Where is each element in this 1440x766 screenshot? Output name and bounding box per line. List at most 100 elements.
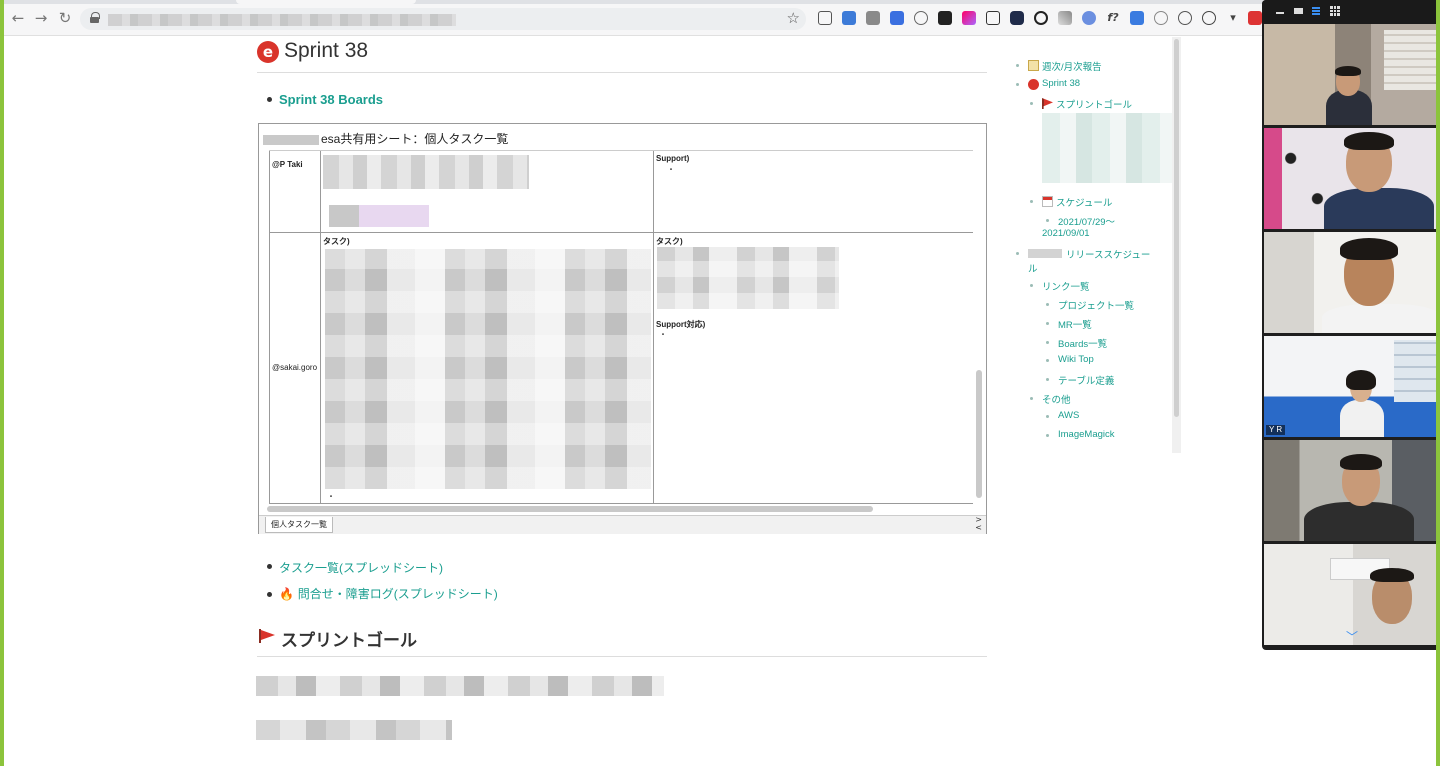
grid-view-icon[interactable] [1330,6,1340,16]
sprint-boards-link[interactable]: Sprint 38 Boards [279,92,383,107]
toc-item[interactable]: 2021/09/01 [1042,228,1090,239]
toc-item[interactable]: ル [1028,261,1038,275]
bookmark-star-icon[interactable]: ☆ [787,9,800,27]
toc-bullet [1046,359,1049,362]
scroll-down-icon[interactable]: ﹀ [1346,631,1358,643]
zoom-gallery-window: Y R ﹀ [1262,0,1436,650]
cell-note: ・ [327,492,335,501]
camera-extension-icon[interactable] [866,11,880,25]
toc-bullet [1030,102,1033,105]
embedded-spreadsheet[interactable]: esa共有用シート：個人タスク一覧 @P Taki Support) ・ @sa… [258,123,987,534]
table-of-contents: 週次/月次報告 Sprint 38 スプリントゴール スケジュール 2021/07/29… [1008,53,1180,453]
toc-item[interactable]: テーブル定義 [1058,373,1114,387]
redacted-content [657,247,839,309]
screenshot-extension-icon[interactable] [986,11,1000,25]
toc-bullet [1030,397,1033,400]
toc-item[interactable]: MR一覧 [1058,317,1092,331]
forward-icon[interactable]: → [33,10,49,26]
participant-video-tile[interactable] [1264,232,1436,333]
adblock-extension-icon[interactable] [842,11,856,25]
reddit-extension-icon[interactable] [1178,11,1192,25]
sheet-title-text: esa共有用シート：個人タスク一覧 [321,132,509,146]
toc-item[interactable]: 週次/月次報告 [1042,59,1102,73]
formula-extension-icon[interactable]: f? [1106,11,1120,25]
toc-item[interactable]: スプリントゴール [1056,97,1132,111]
url-redacted [108,14,456,26]
grid-line [653,151,654,504]
color-extension-icon[interactable] [962,11,976,25]
toc-item[interactable]: リンク一覧 [1042,279,1090,293]
cell-header: タスク) [323,237,350,246]
gear-extension-icon[interactable] [1082,11,1096,25]
pocket-extension-icon[interactable] [818,11,832,25]
toc-bullet [1046,341,1049,344]
grid-line [269,232,973,233]
compass-extension-icon[interactable] [1034,11,1048,25]
toc-item[interactable]: プロジェクト一覧 [1058,298,1134,312]
prev-arrow-icon[interactable]: < [975,524,982,532]
incident-log-label: 問合せ・障害ログ(スプレッドシート) [297,587,498,601]
speaker-view-icon[interactable] [1312,7,1320,15]
reload-icon[interactable]: ↻ [57,10,73,26]
minimize-icon[interactable] [1276,12,1284,14]
esa-logo-icon: e [257,41,279,63]
zoom-window-controls [1262,0,1436,24]
toc-item[interactable]: その他 [1042,392,1071,406]
ghost-extension-icon[interactable] [1154,11,1168,25]
toc-bullet [1046,415,1049,418]
toc-bullet [1046,303,1049,306]
back-icon[interactable]: ← [10,10,26,26]
redacted-content [323,155,529,189]
toc-item[interactable]: 2021/07/29～ [1058,214,1115,228]
toc-scrollbar[interactable] [1172,37,1181,453]
sheet-grid: @P Taki Support) ・ @sakai.goro タスク) ・ タス… [269,150,973,504]
list-bullet [267,592,272,597]
toc-bullet [1046,219,1049,222]
participant-video-tile[interactable] [1264,128,1436,229]
participant-video-tile[interactable] [1264,24,1436,125]
horizontal-scrollbar[interactable] [267,506,873,512]
flag-icon [1042,98,1053,109]
section-heading-text: スプリントゴール [281,631,417,650]
cell-note: ・ [667,165,675,174]
incident-log-link[interactable]: 🔥 問合せ・障害ログ(スプレッドシート) [279,585,498,602]
page-content: e Sprint 38 Sprint 38 Boards esa共有用シート：個… [4,37,1436,766]
shield-extension-icon[interactable] [1010,11,1024,25]
eyedropper-extension-icon[interactable] [1058,11,1072,25]
redacted-content [325,249,651,489]
redacted-content [256,720,452,740]
toc-item[interactable]: スケジュール [1056,195,1112,209]
list-bullet [267,564,272,569]
toc-item[interactable]: Boards一覧 [1058,336,1107,350]
task-list-link[interactable]: タスク一覧(スプレッドシート) [279,559,443,576]
redacted-content [256,676,664,696]
fire-icon: 🔥 [279,587,294,601]
notification-extension-icon[interactable] [1248,11,1262,25]
translate-box-extension-icon[interactable] [890,11,904,25]
active-tab[interactable] [236,0,416,4]
toc-scrollbar-thumb[interactable] [1174,39,1179,417]
google-translate-extension-icon[interactable] [1130,11,1144,25]
vertical-scrollbar[interactable] [976,370,982,498]
page-title: Sprint 38 [284,39,369,62]
toc-item[interactable]: Wiki Top [1058,354,1094,365]
gallery-strip-icon[interactable] [1294,8,1303,14]
participant-video-tile[interactable] [1264,440,1436,541]
redacted-content [329,205,429,227]
menu-extension-icon[interactable]: ▾ [1226,11,1240,25]
jb-extension-icon[interactable] [938,11,952,25]
sheet-tab[interactable]: 個人タスク一覧 [265,517,333,533]
toc-item[interactable]: リリーススケジュー [1066,247,1150,261]
participant-video-tile-active[interactable]: Y R [1264,336,1436,437]
sheet-tab-arrows[interactable]: > < [975,516,982,532]
toc-item[interactable]: AWS [1058,410,1079,421]
calendar-icon [1042,196,1053,207]
recycle-extension-icon[interactable] [914,11,928,25]
user-cell: @P Taki [272,160,303,169]
face-extension-icon[interactable] [1202,11,1216,25]
address-bar[interactable]: ☆ [80,8,806,30]
toc-bullet [1030,200,1033,203]
toc-item[interactable]: ImageMagick [1058,429,1115,440]
toc-item[interactable]: Sprint 38 [1042,78,1080,89]
cell-header: Support) [656,154,690,163]
